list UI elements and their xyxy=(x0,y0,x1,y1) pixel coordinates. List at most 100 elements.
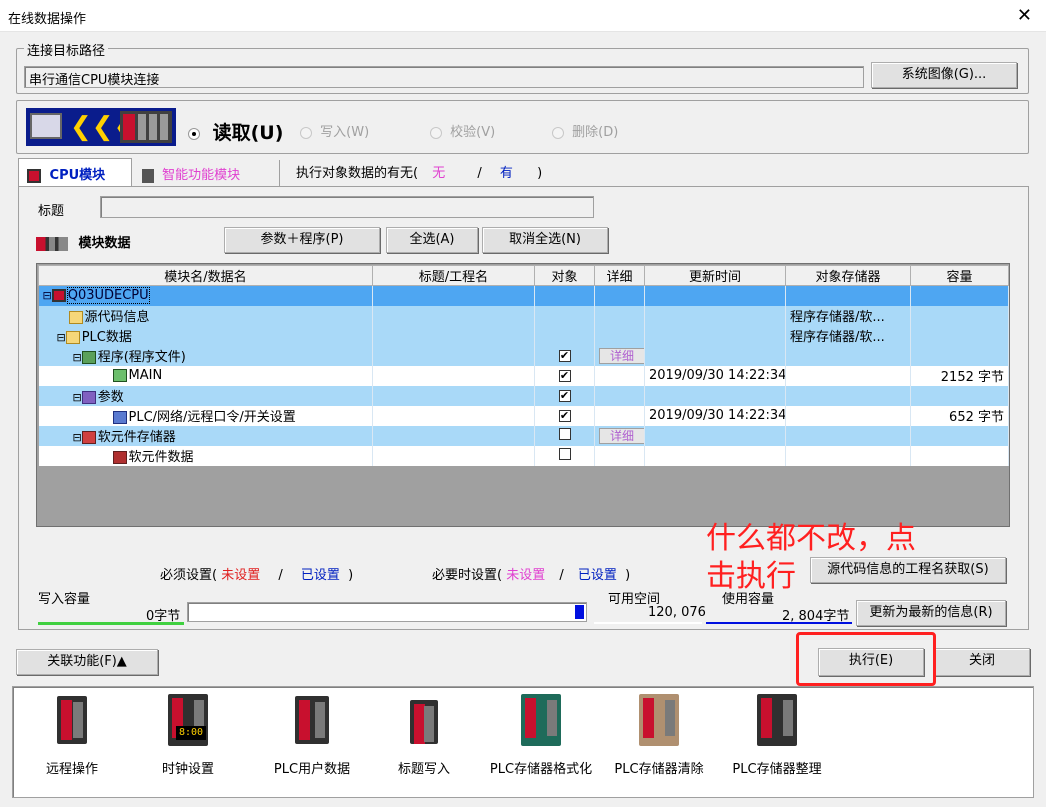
tab-cpu-module[interactable]: CPU模块 xyxy=(18,158,132,186)
col-header-name[interactable]: 模块名/数据名 xyxy=(38,265,373,286)
plc-memory-format-icon xyxy=(521,694,561,746)
program-icon xyxy=(81,351,96,364)
col-header-detail[interactable]: 详细 xyxy=(594,265,645,286)
annotation-highlight-box xyxy=(796,632,936,686)
connection-path-value: 串行通信CPU模块连接 xyxy=(29,73,160,88)
device-data-icon xyxy=(112,451,127,464)
detail-button[interactable]: 详细 xyxy=(599,427,644,444)
plc-user-data-icon xyxy=(295,696,329,744)
title-bar: 在线数据操作 ✕ xyxy=(0,0,1046,32)
plc-memory-clear-icon xyxy=(639,694,679,746)
col-header-title[interactable]: 标题/工程名 xyxy=(372,265,535,286)
tool-title-write[interactable]: 标题写入 xyxy=(384,696,464,777)
plc-memory-arrange-icon xyxy=(757,694,797,746)
connection-path-field: 串行通信CPU模块连接 xyxy=(24,66,864,88)
annotation-text: 什么都不改，点 击执行 xyxy=(706,521,916,594)
capacity-progress-fill xyxy=(575,605,584,619)
close-button[interactable]: 关闭 xyxy=(934,648,1030,676)
parameter-icon xyxy=(81,391,96,404)
title-write-icon xyxy=(410,700,438,744)
title-input[interactable] xyxy=(100,196,594,218)
tool-plc-memory-arrange[interactable]: PLC存储器整理 xyxy=(722,694,832,777)
clock-display: 8:00 xyxy=(176,726,206,740)
folder-icon xyxy=(65,331,80,344)
table-row[interactable]: ⊟ 参数 ✔ xyxy=(38,385,1009,406)
deselect-all-button[interactable]: 取消全选(N) xyxy=(482,227,608,253)
remote-operation-icon xyxy=(57,696,87,744)
plc-rack-icon xyxy=(120,111,172,143)
row-name: 软元件数据 xyxy=(128,450,194,465)
table-row[interactable]: MAIN ✔ 2019/09/30 14:22:34 2152 字节 xyxy=(38,365,1009,386)
table-row[interactable]: ⊟ 程序(程序文件) ✔ 详细 xyxy=(38,345,1009,366)
param-program-button[interactable]: 参数＋程序(P) xyxy=(224,227,380,253)
write-radio: 写入(W) xyxy=(300,121,369,140)
row-name: PLC/网络/远程口令/开关设置 xyxy=(128,410,296,425)
pc-to-plc-image: ❮❮❮ xyxy=(26,108,176,146)
write-radio-dot xyxy=(300,126,312,139)
row-name: Q03UDECPU xyxy=(66,287,150,305)
free-space-underline xyxy=(594,622,702,624)
tool-plc-memory-clear[interactable]: PLC存储器清除 xyxy=(604,694,714,777)
clock-setting-icon: 8:00 xyxy=(168,694,208,746)
table-row[interactable]: ⊟ 软元件存储器 详细 xyxy=(38,425,1009,446)
row-name: 源代码信息 xyxy=(84,310,150,325)
row-name: MAIN xyxy=(128,368,163,383)
tab-smart-module[interactable]: 智能功能模块 xyxy=(134,160,280,186)
table-row[interactable]: 软元件数据 xyxy=(38,445,1009,466)
title-label: 标题 xyxy=(38,204,65,219)
parameter-file-icon xyxy=(112,411,127,424)
module-data-icon xyxy=(36,236,68,251)
tool-remote-operation[interactable]: 远程操作 xyxy=(30,696,114,777)
close-icon[interactable]: ✕ xyxy=(1017,5,1032,26)
required-settings-legend: 必须设置( 未设置 / 已设置 ) xyxy=(160,568,354,583)
used-capacity-underline xyxy=(706,622,852,624)
target-checkbox[interactable]: ✔ xyxy=(558,410,571,422)
capacity-progress-bar xyxy=(187,602,587,622)
tool-clock-setting[interactable]: 8:00 时钟设置 xyxy=(146,694,230,777)
optional-settings-legend: 必要时设置( 未设置 / 已设置 ) xyxy=(432,568,631,583)
target-checkbox[interactable]: ✔ xyxy=(558,390,571,402)
row-name: 参数 xyxy=(97,390,124,405)
row-name: 程序(程序文件) xyxy=(97,350,186,365)
system-image-button[interactable]: 系统图像(G)... xyxy=(871,62,1017,88)
pc-icon xyxy=(30,113,62,139)
write-capacity-label: 写入容量 xyxy=(38,592,91,607)
free-space-value: 120, 076 xyxy=(648,605,706,620)
cpu-module-icon xyxy=(27,168,41,183)
select-all-button[interactable]: 全选(A) xyxy=(386,227,478,253)
window-title: 在线数据操作 xyxy=(8,12,87,27)
target-checkbox[interactable] xyxy=(558,427,571,440)
refresh-info-button[interactable]: 更新为最新的信息(R) xyxy=(856,600,1006,626)
folder-icon xyxy=(68,311,83,324)
program-file-icon xyxy=(112,369,127,382)
module-table: 模块名/数据名 标题/工程名 对象 详细 更新时间 对象存储器 容量 ⊟ Q03U… xyxy=(38,265,1009,466)
table-row[interactable]: 源代码信息 程序存储器/软... xyxy=(38,305,1009,326)
col-header-size[interactable]: 容量 xyxy=(910,265,1009,286)
col-header-time[interactable]: 更新时间 xyxy=(644,265,786,286)
table-row[interactable]: ⊟ Q03UDECPU xyxy=(38,285,1009,306)
tool-plc-memory-format[interactable]: PLC存储器格式化 xyxy=(482,694,600,777)
verify-radio: 校验(V) xyxy=(430,121,495,140)
read-radio-dot[interactable] xyxy=(188,127,200,140)
row-name: PLC数据 xyxy=(81,330,132,345)
row-name: 软元件存储器 xyxy=(97,430,176,445)
related-functions-button[interactable]: 关联功能(F)▲ xyxy=(16,649,158,675)
target-checkbox[interactable]: ✔ xyxy=(558,350,571,362)
detail-button[interactable]: 详细 xyxy=(599,347,644,364)
table-row[interactable]: PLC/网络/远程口令/开关设置 ✔ 2019/09/30 14:22:34 6… xyxy=(38,405,1009,426)
table-header-row: 模块名/数据名 标题/工程名 对象 详细 更新时间 对象存储器 容量 xyxy=(38,265,1009,286)
delete-radio: 删除(D) xyxy=(552,121,618,140)
smart-module-icon xyxy=(142,168,154,183)
connection-legend: 连接目标路径 xyxy=(24,40,109,59)
device-memory-icon xyxy=(81,431,96,444)
tool-plc-user-data[interactable]: PLC用户数据 xyxy=(262,696,362,777)
target-checkbox[interactable]: ✔ xyxy=(558,370,571,382)
read-radio[interactable]: 读取(U) xyxy=(188,118,283,145)
target-checkbox[interactable] xyxy=(558,447,571,460)
verify-radio-dot xyxy=(430,126,442,139)
cpu-module-icon xyxy=(51,289,66,303)
table-row[interactable]: ⊟ PLC数据 程序存储器/软... xyxy=(38,325,1009,346)
col-header-memory[interactable]: 对象存储器 xyxy=(785,265,911,286)
delete-radio-dot xyxy=(552,126,564,139)
col-header-target[interactable]: 对象 xyxy=(534,265,595,286)
